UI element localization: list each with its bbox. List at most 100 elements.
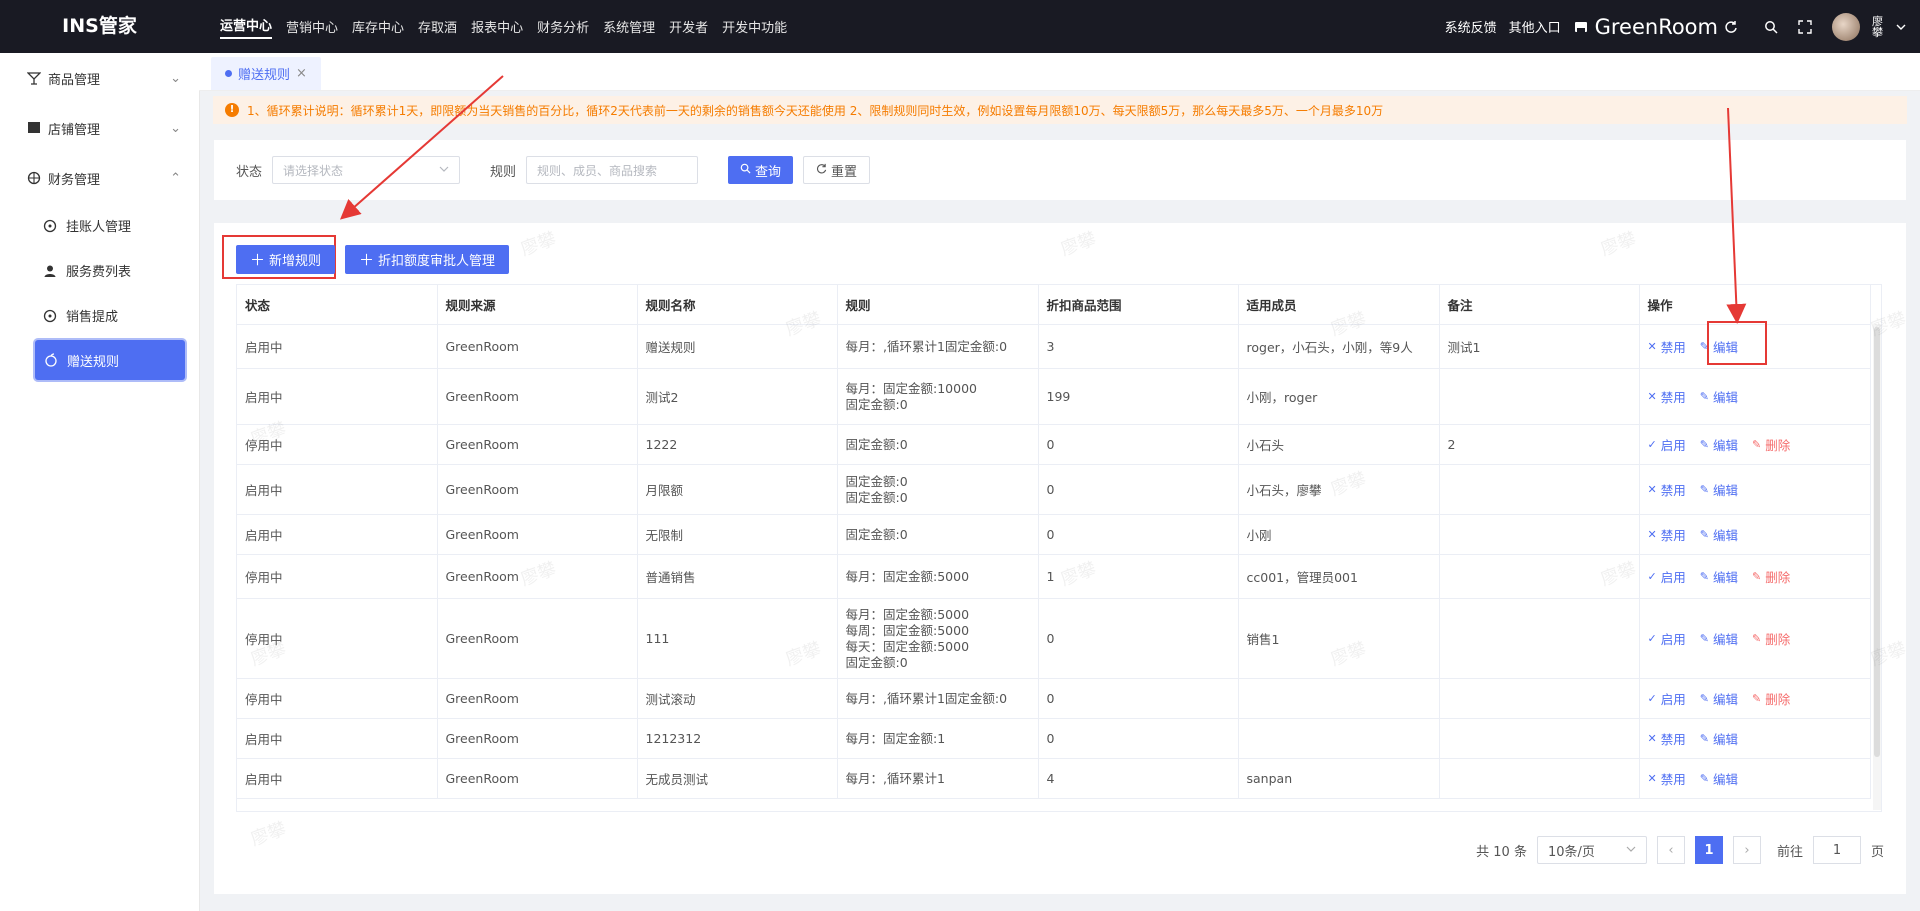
edit-button[interactable]: ✎ 编辑: [1700, 689, 1738, 708]
enable-button[interactable]: ✓ 启用: [1648, 629, 1686, 648]
discount-approver-button[interactable]: ＋ 折扣额度审批人管理: [345, 245, 510, 274]
tab-gift-rules[interactable]: 赠送规则 ×: [211, 57, 321, 90]
rule-search-input[interactable]: 规则、成员、商品搜索: [526, 156, 699, 184]
sidebar-subitem-service-fees[interactable]: 服务费列表: [0, 248, 199, 293]
edit-button[interactable]: ✎ 编辑: [1700, 480, 1738, 499]
add-rule-label: 新增规则: [269, 254, 322, 269]
goto-page-input[interactable]: 1: [1812, 836, 1861, 864]
scrollbar-thumb[interactable]: [1874, 327, 1880, 757]
column-header: 规则: [837, 285, 1039, 325]
rule-line: 每月：,循环累计1: [845, 770, 945, 786]
disable-button[interactable]: ✕ 禁用: [1648, 337, 1686, 356]
status-select[interactable]: 请选择状态: [272, 156, 461, 184]
scope-cell: 199: [1038, 368, 1239, 425]
other-entry-link[interactable]: 其他入口: [1509, 17, 1561, 36]
status-cell: 停用中: [237, 554, 438, 599]
rule-cell: 固定金额:0: [837, 424, 1039, 465]
rule-line: 固定金额:0: [845, 489, 908, 505]
sidebar-subitem-account-holders[interactable]: 挂账人管理: [0, 203, 199, 248]
reset-label: 重置: [831, 164, 858, 180]
edit-button-label: 编辑: [1712, 390, 1738, 405]
column-header: 适用成员: [1238, 285, 1440, 325]
avatar[interactable]: [1832, 12, 1860, 41]
current-page[interactable]: 1: [1694, 836, 1723, 864]
table-row: 启用中 GreenRoom 测试2 每月：固定金额:10000 固定金额:0 199 小刚，…: [237, 368, 1871, 425]
disable-button[interactable]: ✕ 禁用: [1648, 769, 1686, 788]
edit-button[interactable]: ✎ 编辑: [1700, 525, 1738, 544]
scope-cell: 0: [1038, 464, 1239, 515]
rule-line: 每月：固定金额:5000: [845, 568, 970, 584]
disable-button[interactable]: ✕ 禁用: [1648, 387, 1686, 406]
app-logo[interactable]: INS管家: [0, 0, 199, 53]
top-nav-item[interactable]: 开发者: [669, 17, 708, 36]
page-size-select[interactable]: 10条/页: [1536, 836, 1647, 864]
edit-button-label: 编辑: [1712, 528, 1738, 543]
enable-button-label: 启用: [1660, 570, 1686, 585]
prev-page-button[interactable]: ‹: [1656, 836, 1685, 864]
sidebar-item-stores[interactable]: 店铺管理 ⌄: [0, 103, 199, 153]
enable-button[interactable]: ✓ 启用: [1648, 567, 1686, 586]
reset-button[interactable]: 重置: [803, 156, 871, 184]
scope-cell: 0: [1038, 598, 1239, 679]
top-nav-item[interactable]: 库存中心: [352, 17, 404, 36]
username[interactable]: 廖攀: [1872, 16, 1884, 38]
status-cell: 停用中: [237, 678, 438, 719]
edit-button-label: 编辑: [1712, 483, 1738, 498]
delete-button[interactable]: ✎ 删除: [1752, 689, 1790, 708]
disable-button[interactable]: ✕ 禁用: [1648, 525, 1686, 544]
store-switcher[interactable]: GreenRoom: [1573, 15, 1738, 39]
enable-button[interactable]: ✓ 启用: [1648, 689, 1686, 708]
rule-line: 每月：,循环累计1固定金额:0: [845, 690, 1008, 706]
query-button[interactable]: 查询: [728, 156, 794, 184]
edit-button[interactable]: ✎ 编辑: [1700, 435, 1738, 454]
delete-button[interactable]: ✎ 删除: [1752, 629, 1790, 648]
user-icon: [42, 264, 58, 278]
sidebar-item-products[interactable]: 商品管理 ⌄: [0, 53, 199, 103]
enable-button[interactable]: ✓ 启用: [1648, 435, 1686, 454]
finance-icon: [26, 171, 42, 185]
edit-button[interactable]: ✎ 编辑: [1700, 629, 1738, 648]
disable-button[interactable]: ✕ 禁用: [1648, 480, 1686, 499]
search-icon: [740, 163, 751, 178]
rule-line: 每月：固定金额:10000: [845, 380, 977, 396]
edit-button[interactable]: ✎ 编辑: [1700, 729, 1738, 748]
edit-button[interactable]: ✎ 编辑: [1700, 387, 1738, 406]
sidebar-subitem-sales-commission[interactable]: 销售提成: [0, 293, 199, 338]
top-nav-item[interactable]: 报表中心: [471, 17, 523, 36]
feedback-link[interactable]: 系统反馈: [1445, 17, 1497, 36]
column-header: 备注: [1439, 285, 1640, 325]
chevron-down-icon[interactable]: [1896, 22, 1906, 32]
disable-button-label: 禁用: [1660, 483, 1686, 498]
status-label: 状态: [236, 164, 263, 180]
sidebar-item-label: 商品管理: [48, 72, 101, 88]
refresh-icon[interactable]: [1724, 20, 1738, 34]
column-header: 规则名称: [637, 285, 838, 325]
top-nav-item[interactable]: 系统管理: [603, 17, 655, 36]
top-nav-item[interactable]: 财务分析: [537, 17, 589, 36]
fullscreen-icon[interactable]: [1798, 19, 1812, 34]
edit-icon: ✎: [1751, 692, 1762, 705]
note-cell: [1439, 718, 1640, 759]
status-cell: 启用中: [237, 324, 438, 369]
top-nav-item[interactable]: 运营中心: [220, 15, 273, 39]
top-nav-item[interactable]: 存取酒: [418, 17, 457, 36]
status-cell: 启用中: [237, 464, 438, 515]
edit-button[interactable]: ✎ 编辑: [1700, 769, 1738, 788]
edit-icon: ✎: [1699, 528, 1709, 541]
sidebar-item-finance[interactable]: 财务管理 ⌃: [0, 153, 199, 203]
close-icon: ✕: [1647, 772, 1657, 785]
add-rule-button[interactable]: ＋ 新增规则: [236, 245, 336, 274]
operations-cell: ✕ 禁用 ✎ 编辑: [1639, 514, 1871, 555]
delete-button[interactable]: ✎ 删除: [1752, 435, 1790, 454]
sidebar-subitem-gift-rules[interactable]: 赠送规则: [35, 340, 185, 380]
search-icon[interactable]: [1764, 20, 1778, 34]
enable-button-label: 启用: [1660, 692, 1686, 707]
scope-cell: 0: [1038, 514, 1239, 555]
next-page-button[interactable]: ›: [1732, 836, 1761, 864]
top-nav-item[interactable]: 营销中心: [286, 17, 338, 36]
disable-button[interactable]: ✕ 禁用: [1648, 729, 1686, 748]
top-nav-item[interactable]: 开发中功能: [722, 17, 787, 36]
close-icon[interactable]: ×: [296, 66, 307, 81]
delete-button[interactable]: ✎ 删除: [1752, 567, 1790, 586]
edit-button[interactable]: ✎ 编辑: [1700, 567, 1738, 586]
